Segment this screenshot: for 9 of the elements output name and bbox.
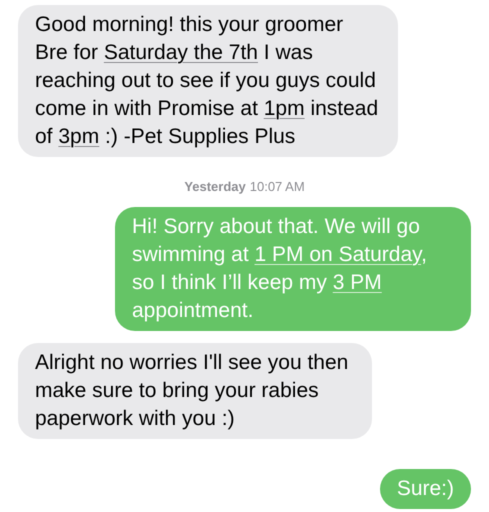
date-time-link[interactable]: Saturday the 7th [104, 41, 258, 64]
received-message-bubble: Alright no worries I'll see you then make sure to bring your rabies paperwork with you :) [18, 342, 372, 438]
sent-message-bubble: Sure:) [380, 468, 471, 508]
date-time-link[interactable]: 3pm [58, 125, 100, 148]
received-message-bubble: Good morning! this your groomer Bre for Saturday the 7th I was reaching out to see if you guys could come in with Promise at 1pm instead of 3pm :) -Pet Supplies Plus [18, 5, 398, 157]
timestamp-time: 10:07 AM [250, 178, 305, 196]
timestamp-day: Yesterday [184, 177, 246, 196]
sent-message-bubble: Hi! Sorry about that. We will go swimming at 1 PM on Saturday, so I think I’ll keep my 3 PM appointment. [115, 206, 471, 330]
date-time-link[interactable]: 1pm [264, 97, 305, 120]
